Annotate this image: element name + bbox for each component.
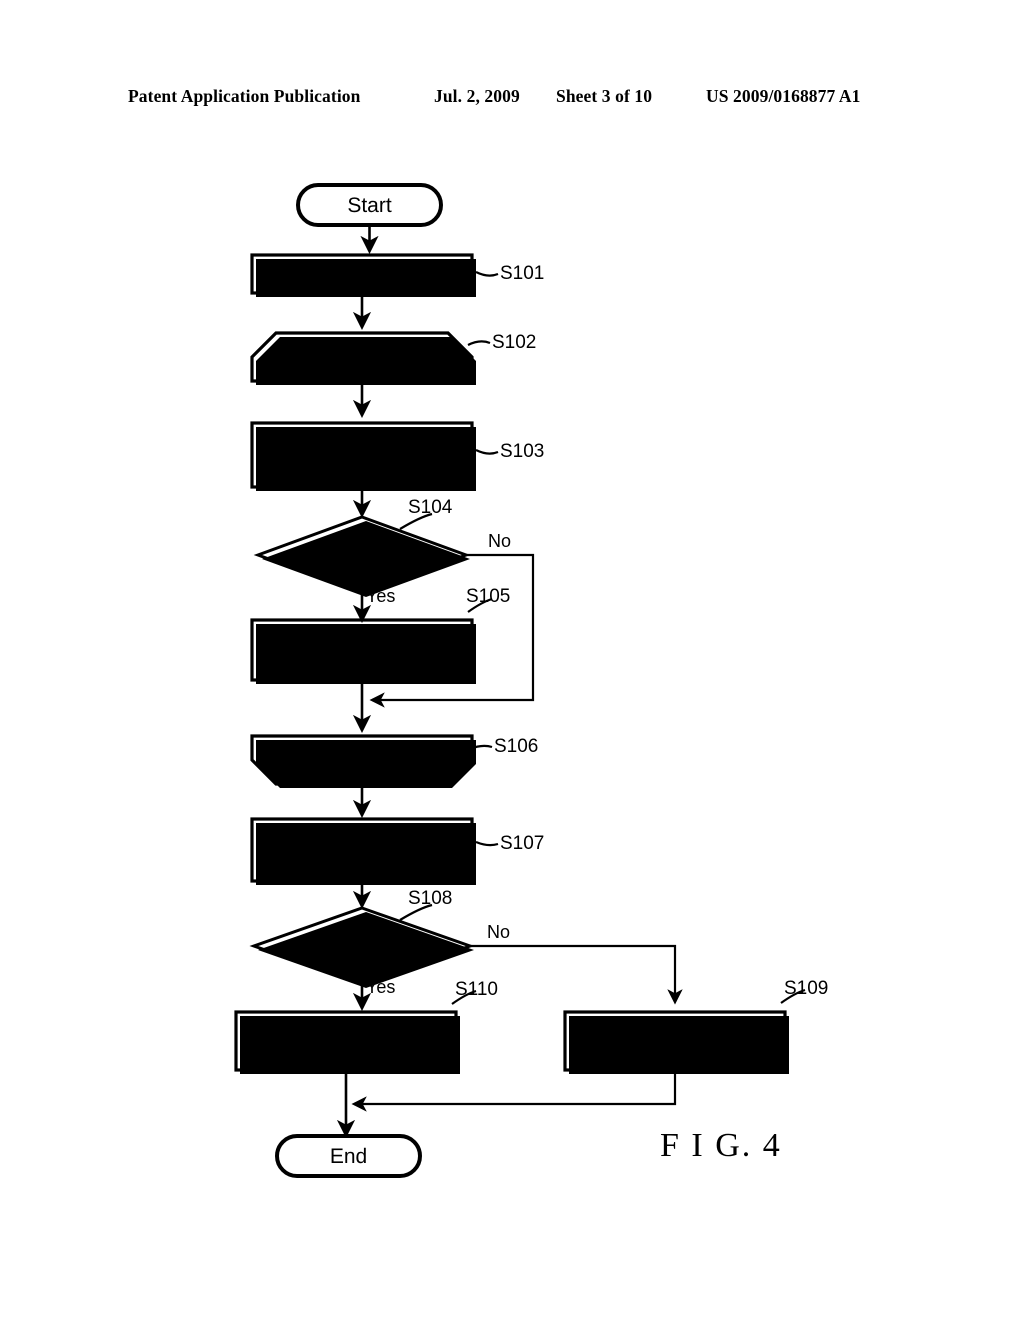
node-s103-line1: Select motion vector <box>278 426 446 447</box>
node-s105-line1: min_D ← D <box>312 630 413 652</box>
node-s107-line1: Calculate evaluation <box>264 822 431 843</box>
flowchart-figure: Start min_D←∞ S101 LOOP1 i=0~N S102 Sele… <box>0 0 1024 1320</box>
branch-label-s104-no: No <box>488 531 511 551</box>
node-end-label: End <box>330 1145 367 1168</box>
node-s102-loop-start: LOOP1 i=0~N <box>250 331 476 385</box>
node-s109-line1: MODE ← INTER <box>601 1022 748 1044</box>
node-s109: MODE ← INTER INDEX ← min_i <box>563 1010 789 1074</box>
step-label-s103: S103 <box>500 441 544 462</box>
step-label-s106: S106 <box>494 736 538 757</box>
node-s103-line3: evaluation value D <box>286 464 438 485</box>
branch-label-s108-no: No <box>487 922 510 942</box>
step-label-s104: S104 <box>408 497 453 518</box>
node-s110: MODE ← INTRA <box>234 1010 460 1074</box>
branch-label-s104-yes: Yes <box>366 586 395 606</box>
node-end: End <box>275 1134 422 1178</box>
node-s107: Calculate evaluation value D in intrafra… <box>250 817 476 885</box>
node-s106-loop-end: LOOP1 <box>250 734 476 788</box>
node-start-label: Start <box>347 194 392 217</box>
node-s103-line2: exhibition minimum <box>283 445 441 466</box>
step-label-s108: S108 <box>408 888 452 909</box>
node-s107-line2: value D in intraframe <box>264 841 435 862</box>
node-s108-line2: ? <box>356 946 367 968</box>
node-s101: min_D←∞ <box>250 253 476 297</box>
branch-label-s108-yes: Yes <box>366 977 395 997</box>
node-s108-decision: D＜min_D ? <box>249 906 475 988</box>
node-s103: Select motion vector exhibition minimum … <box>250 421 476 491</box>
node-s102-line2: i=0~N <box>335 360 388 382</box>
node-s106-line1: LOOP1 <box>327 749 397 772</box>
step-label-s101: S101 <box>500 263 544 284</box>
node-s102-line1: LOOP1 <box>327 339 397 362</box>
node-s109-line2: INDEX ← min_i <box>607 1043 744 1065</box>
figure-caption: F I G. 4 <box>660 1127 782 1164</box>
node-s104-decision: D＜min_D ? <box>253 515 471 597</box>
node-s110-line1: MODE ← INTRA <box>270 1031 422 1053</box>
node-s105-line2: min_i ← i <box>321 651 402 673</box>
step-label-s102: S102 <box>492 332 536 353</box>
node-s101-text: min_D←∞ <box>314 263 411 286</box>
step-label-s110: S110 <box>455 979 498 1000</box>
node-s107-line3: encoding <box>264 860 339 881</box>
node-s104-line2: ? <box>356 555 367 577</box>
step-label-s105: S105 <box>466 586 510 607</box>
step-label-s109: S109 <box>784 978 828 999</box>
node-start: Start <box>296 183 443 227</box>
step-label-s107: S107 <box>500 833 544 854</box>
node-s105: min_D ← D min_i ← i <box>250 618 476 684</box>
